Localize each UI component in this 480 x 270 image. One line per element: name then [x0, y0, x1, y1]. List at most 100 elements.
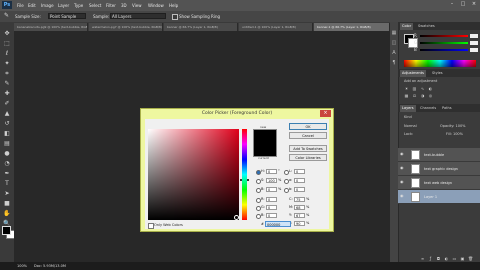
link-layers-icon[interactable]: ∞	[420, 256, 425, 261]
eye-icon[interactable]: ◉	[400, 194, 404, 198]
b-channel-field[interactable]: 0	[294, 187, 305, 192]
blue-slider[interactable]	[420, 49, 468, 51]
eye-icon[interactable]: ◉	[400, 166, 404, 170]
black-field[interactable]: 90	[294, 221, 305, 226]
show-sampling-ring-checkbox[interactable]	[172, 14, 178, 20]
clone-stamp-tool-icon[interactable]: ▲	[2, 110, 12, 118]
fill-field[interactable]: Fill: 100%	[446, 132, 463, 136]
document-tab[interactable]: untitled-1 @ 100% (Layer 1, RGB/8)	[239, 23, 313, 31]
red-slider[interactable]	[420, 35, 468, 37]
color-field[interactable]	[148, 129, 239, 220]
curves-icon[interactable]: ∿	[420, 86, 425, 91]
blue-value-field[interactable]	[470, 48, 478, 52]
history-brush-tool-icon[interactable]: ↺	[2, 120, 12, 128]
lightness-field[interactable]: 0	[294, 169, 305, 174]
menu-file[interactable]: File	[17, 3, 24, 8]
eyedropper-tool-icon[interactable]: ✎	[2, 80, 12, 88]
shape-tool-icon[interactable]: ■	[2, 200, 12, 208]
new-adjustment-icon[interactable]: ◐	[444, 256, 449, 261]
color-libraries-button[interactable]: Color Libraries	[289, 154, 327, 161]
green-slider[interactable]	[420, 42, 468, 44]
path-selection-tool-icon[interactable]: ➤	[2, 190, 12, 198]
blend-mode-select[interactable]: Normal	[404, 124, 417, 128]
tab-channels[interactable]: Channels	[418, 105, 438, 112]
menu-image[interactable]: Image	[41, 3, 54, 8]
photo-filter-icon[interactable]: ◎	[428, 93, 433, 98]
brightness-contrast-icon[interactable]: ☀	[404, 86, 409, 91]
red-field[interactable]: 0	[266, 197, 277, 202]
magenta-field[interactable]: 68	[294, 205, 305, 210]
hue-slider[interactable]	[242, 129, 247, 220]
sample-select[interactable]: All Layers	[110, 13, 166, 19]
healing-brush-tool-icon[interactable]: ✚	[2, 90, 12, 98]
eraser-tool-icon[interactable]: ◧	[2, 130, 12, 138]
tab-styles[interactable]: Styles	[430, 70, 445, 77]
paragraph-panel-icon[interactable]: ¶	[391, 60, 397, 66]
ok-button[interactable]: OK	[289, 123, 327, 130]
dodge-tool-icon[interactable]: ◔	[2, 160, 12, 168]
brush-tool-icon[interactable]: ✐	[2, 100, 12, 108]
tab-paths[interactable]: Paths	[440, 105, 454, 112]
sample-size-select[interactable]: Point Sample	[48, 13, 86, 19]
green-field[interactable]: 0	[266, 205, 277, 210]
hue-field[interactable]: 0	[266, 169, 277, 174]
hand-tool-icon[interactable]: ✋	[2, 210, 12, 218]
menu-help[interactable]: Help	[169, 3, 178, 8]
document-tab[interactable]: watermelon-pg7 @ 100% (text-bubble, RGB/…	[89, 23, 163, 31]
dialog-close-button[interactable]: ×	[320, 110, 331, 117]
character-panel-icon[interactable]: A	[391, 50, 397, 56]
hex-field[interactable]: 000000	[265, 221, 291, 227]
color-balance-icon[interactable]: ⚖	[412, 93, 417, 98]
menu-layer[interactable]: Layer	[58, 3, 69, 8]
layer-row-selected[interactable]: ◉ Layer 1	[398, 190, 480, 204]
menu-type[interactable]: Type	[74, 3, 83, 8]
blue-field[interactable]: 0	[266, 213, 277, 218]
black-white-icon[interactable]: ◑	[420, 93, 425, 98]
yellow-field[interactable]: 67	[294, 213, 305, 218]
color-field-cursor[interactable]	[234, 215, 239, 220]
layer-style-icon[interactable]: ƒ	[428, 256, 433, 261]
layer-row[interactable]: ◉ text-bubble	[398, 148, 480, 162]
type-tool-icon[interactable]: T	[2, 180, 12, 188]
zoom-level[interactable]: 100%	[17, 264, 27, 268]
a-channel-field[interactable]: 0	[294, 178, 305, 183]
menu-filter[interactable]: Filter	[106, 3, 116, 8]
properties-panel-icon[interactable]: ◫	[391, 40, 397, 46]
tab-layers[interactable]: Layers	[400, 105, 416, 112]
maximize-icon[interactable]: □	[459, 1, 467, 7]
layer-row[interactable]: ◉ text graphic design	[398, 162, 480, 176]
quick-select-tool-icon[interactable]: ✦	[2, 60, 12, 68]
history-panel-icon[interactable]: ▦	[391, 30, 397, 36]
move-tool-icon[interactable]: ✥	[2, 30, 12, 38]
hue-slider-handle[interactable]	[240, 179, 249, 181]
new-group-icon[interactable]: ▭	[452, 256, 457, 261]
eye-icon[interactable]: ◉	[400, 152, 404, 156]
add-to-swatches-button[interactable]: Add To Swatches	[289, 145, 327, 152]
menu-view[interactable]: View	[132, 3, 142, 8]
layer-filter-kind[interactable]: Kind	[404, 115, 412, 119]
menu-select[interactable]: Select	[89, 3, 101, 8]
new-layer-icon[interactable]: ▣	[460, 256, 465, 261]
exposure-icon[interactable]: ◐	[428, 86, 433, 91]
menu-window[interactable]: Window	[148, 3, 164, 8]
tab-color[interactable]: Color	[400, 23, 414, 30]
document-tab[interactable]: bananabiscuits-pg9 @ 100% (text-bubble, …	[14, 23, 88, 31]
eye-icon[interactable]: ◉	[400, 180, 404, 184]
saturation-field[interactable]: 100	[266, 178, 277, 183]
gradient-tool-icon[interactable]: ▤	[2, 140, 12, 148]
document-tab-active[interactable]: banner-1 @ 66.7% (Layer 1, RGB/8)	[314, 23, 390, 31]
layer-row[interactable]: ◉ text web design	[398, 176, 480, 190]
hue-saturation-icon[interactable]: ▦	[404, 93, 409, 98]
levels-icon[interactable]: ▥	[412, 86, 417, 91]
delete-layer-icon[interactable]: 🗑	[468, 256, 473, 261]
close-icon[interactable]: ×	[470, 1, 478, 7]
menu-3d[interactable]: 3D	[121, 3, 127, 8]
blur-tool-icon[interactable]: ●	[2, 150, 12, 158]
pen-tool-icon[interactable]: ✒	[2, 170, 12, 178]
menu-edit[interactable]: Edit	[28, 3, 36, 8]
brightness-field[interactable]: 0	[266, 187, 277, 192]
cyan-field[interactable]: 75	[294, 197, 305, 202]
minimize-icon[interactable]: –	[448, 1, 456, 7]
lasso-tool-icon[interactable]: ℓ	[2, 50, 12, 58]
marquee-tool-icon[interactable]: ⬚	[2, 40, 12, 48]
